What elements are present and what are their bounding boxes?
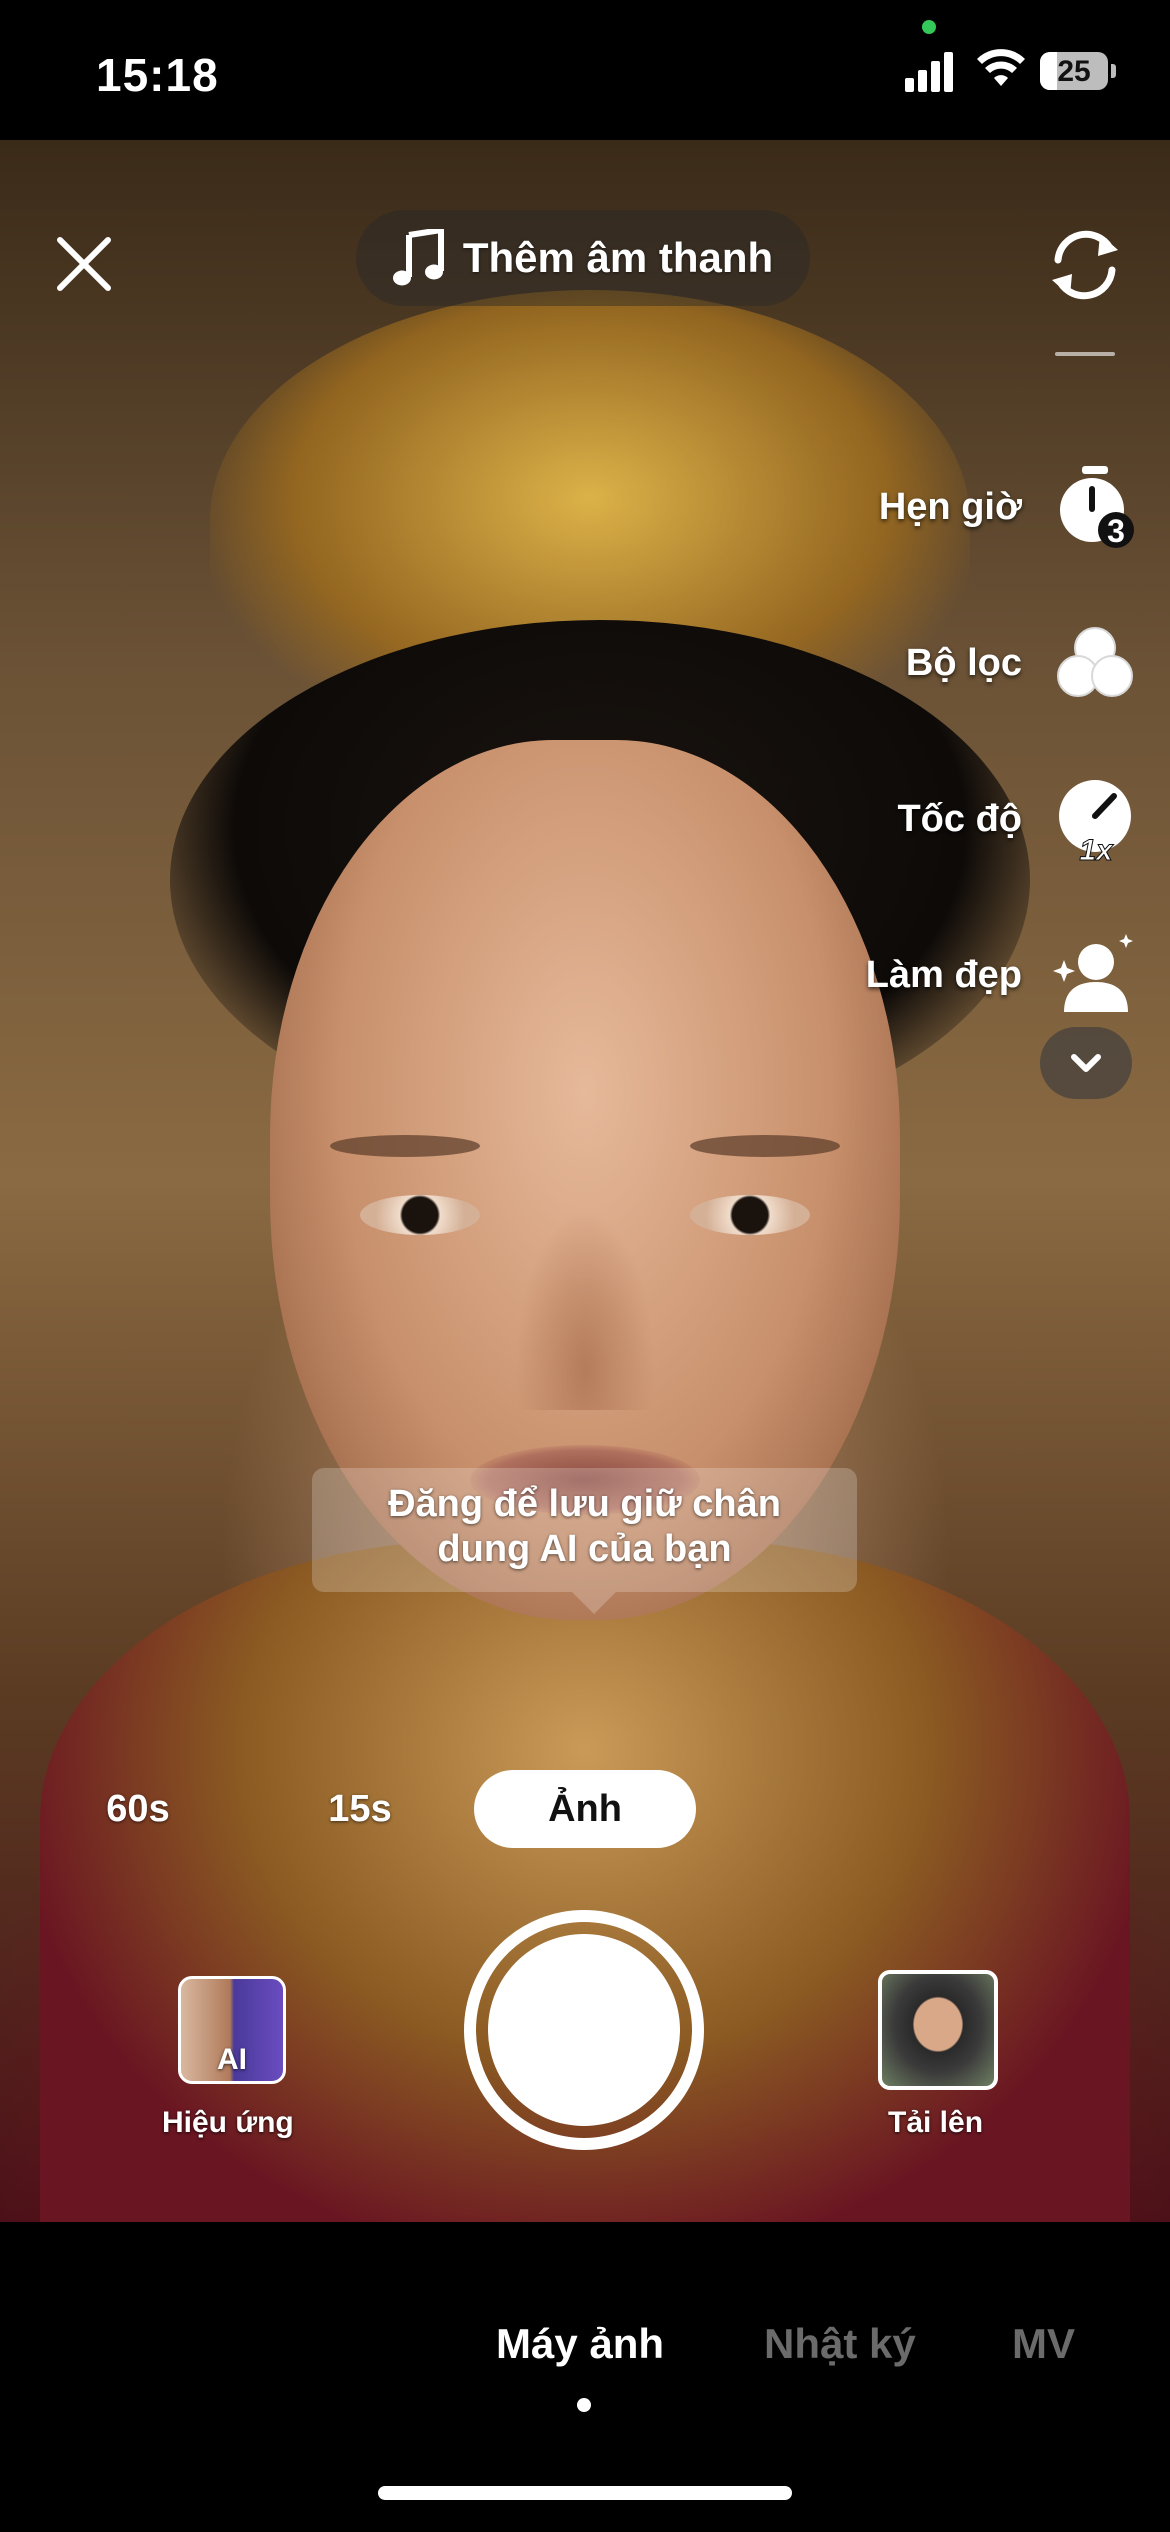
effects-button[interactable]: AI: [178, 1976, 286, 2084]
effects-ai-badge: AI: [217, 2043, 247, 2076]
speed-badge: 1x: [1079, 834, 1114, 864]
battery-percent: 25: [1057, 55, 1091, 88]
effects-label: Hiệu ứng: [162, 2106, 294, 2139]
beauty-icon: [1053, 934, 1133, 1012]
chevron-down-icon: [1071, 1054, 1101, 1072]
preview-eye-left: [360, 1195, 480, 1235]
speed-tool[interactable]: Tốc độ 1x: [700, 764, 1140, 874]
timer-label: Hẹn giờ: [878, 485, 1022, 528]
shutter-button[interactable]: [464, 1910, 704, 2150]
camera-viewfinder[interactable]: Thêm âm thanh Hẹn giờ 3 Bộ lọc Tốc độ 1x…: [0, 140, 1170, 2222]
shutter-inner: [488, 1934, 680, 2126]
more-tools-button[interactable]: [1040, 1027, 1132, 1099]
tab-mv[interactable]: MV: [1012, 2320, 1075, 2368]
camera-in-use-indicator: [922, 20, 936, 34]
preview-nose: [515, 1210, 655, 1410]
ai-portrait-tooltip: Đăng để lưu giữ chân dung AI của bạn: [312, 1468, 857, 1614]
upload-button[interactable]: [878, 1970, 998, 2090]
preview-brow-left: [330, 1135, 480, 1157]
mode-photo[interactable]: Ảnh: [474, 1770, 696, 1848]
status-time: 15:18: [96, 49, 219, 101]
mode-60s[interactable]: 60s: [86, 1770, 190, 1848]
filters-icon: [1057, 627, 1133, 697]
tooltip-line-2: dung AI của bạn: [437, 1528, 732, 1570]
beauty-label: Làm đẹp: [865, 953, 1022, 996]
timer-badge: 3: [1107, 513, 1125, 549]
preview-brow-right: [690, 1135, 840, 1157]
tools-divider: [1055, 352, 1115, 356]
status-bar: 15:18 25: [0, 0, 1170, 140]
music-note-icon: [392, 229, 444, 286]
add-sound-button[interactable]: Thêm âm thanh: [356, 210, 810, 306]
tab-camera[interactable]: Máy ảnh: [496, 2320, 664, 2368]
filters-tool[interactable]: Bộ lọc: [700, 608, 1140, 718]
battery-icon: 25: [1040, 52, 1116, 90]
cellular-signal-icon: [905, 50, 957, 92]
speed-label: Tốc độ: [897, 797, 1022, 840]
timer-tool[interactable]: Hẹn giờ 3: [700, 452, 1140, 562]
beauty-tool[interactable]: Làm đẹp: [700, 920, 1140, 1030]
home-indicator[interactable]: [378, 2486, 792, 2500]
wifi-icon: [977, 49, 1025, 86]
preview-eye-right: [690, 1195, 810, 1235]
upload-label: Tải lên: [888, 2106, 984, 2139]
tab-journal[interactable]: Nhật ký: [764, 2320, 916, 2368]
mode-15s[interactable]: 15s: [308, 1770, 412, 1848]
filters-label: Bộ lọc: [905, 641, 1022, 684]
tooltip-line-1: Đăng để lưu giữ chân: [388, 1483, 781, 1525]
active-tab-indicator: [577, 2398, 591, 2412]
speed-icon: 1x: [1059, 780, 1131, 864]
add-sound-label: Thêm âm thanh: [462, 234, 774, 281]
close-icon[interactable]: [50, 230, 118, 298]
timer-icon: 3: [1060, 466, 1134, 549]
flip-camera-icon[interactable]: [1040, 220, 1130, 310]
